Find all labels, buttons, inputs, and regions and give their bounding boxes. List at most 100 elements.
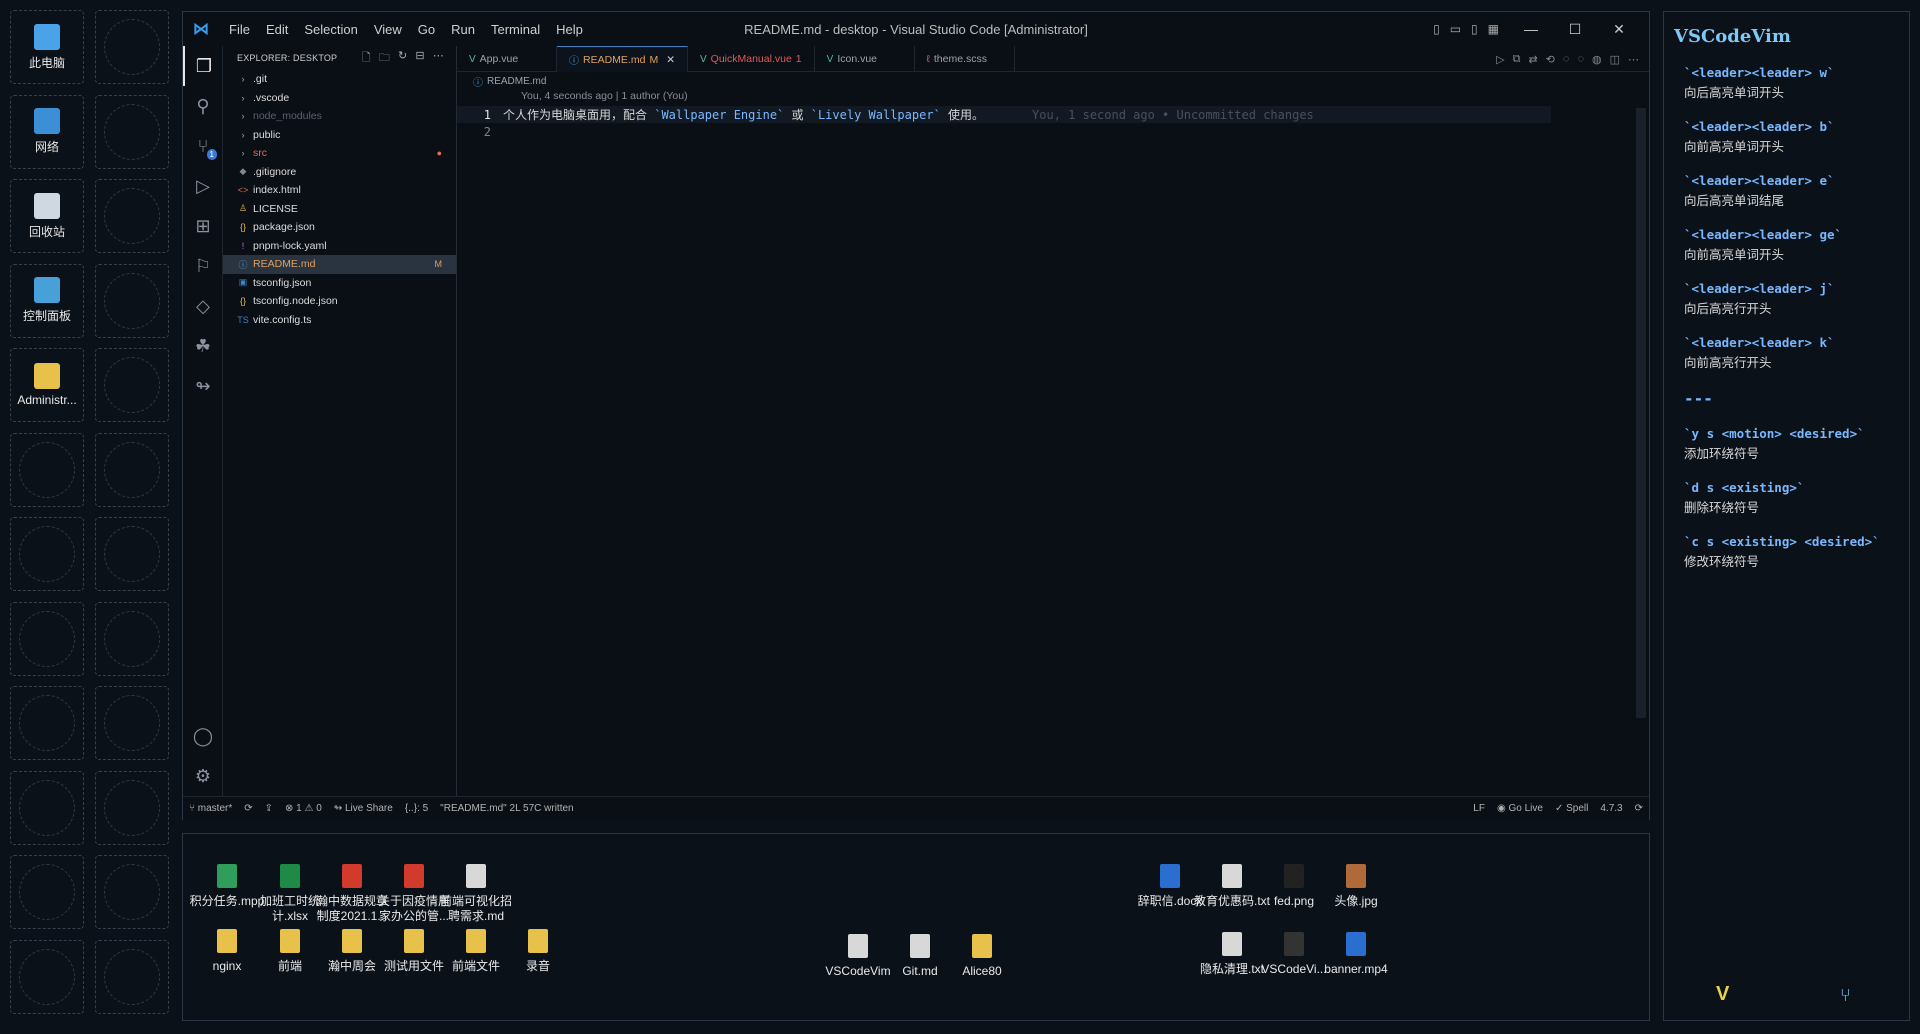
menu-view[interactable]: View	[366, 22, 410, 37]
desktop-file[interactable]: banner.mp4	[1315, 932, 1397, 977]
file-icon	[466, 929, 486, 953]
tree-file[interactable]: ⓘ README.md M	[223, 255, 456, 274]
search-icon[interactable]: ⚲	[183, 86, 223, 126]
tree-folder[interactable]: › .vscode	[223, 89, 456, 108]
toggle-sidebar-icon[interactable]: ▯	[1433, 22, 1440, 36]
editor-tab[interactable]: V Icon.vue	[815, 46, 915, 72]
live-share-icon[interactable]: ↬	[183, 366, 223, 406]
menu-run[interactable]: Run	[443, 22, 483, 37]
menu-go[interactable]: Go	[410, 22, 443, 37]
live-share-status[interactable]: ↬ Live Share	[328, 803, 399, 814]
customize-layout-icon[interactable]: ▦	[1488, 22, 1499, 36]
editor-more-icon[interactable]: ⋯	[1628, 53, 1639, 66]
tree-file[interactable]: ♙ LICENSE	[223, 200, 456, 219]
bookmarks-icon[interactable]: ⚐	[183, 246, 223, 286]
desktop-file[interactable]: 头像.jpg	[1315, 864, 1397, 909]
run-icon[interactable]: ▷	[1496, 53, 1504, 66]
desktop-file[interactable]: Alice80	[941, 934, 1023, 979]
minimize-icon[interactable]: —	[1509, 21, 1553, 37]
desktop-icon-label: 控制面板	[22, 309, 71, 323]
editor-tab[interactable]: V App.vue	[457, 46, 557, 72]
desktop-file[interactable]: 录音	[497, 929, 579, 974]
close-icon[interactable]: ✕	[1597, 21, 1641, 38]
code-line-1[interactable]: 1 个人作为电脑桌面用，配合 `Wallpaper Engine` 或 `Liv…	[457, 106, 1551, 123]
desktop-file[interactable]: 前端可视化招聘需求.md	[435, 864, 517, 924]
tree-folder[interactable]: › node_modules	[223, 107, 456, 126]
menu-file[interactable]: File	[221, 22, 258, 37]
maximize-icon[interactable]: ☐	[1553, 21, 1597, 38]
tree-file[interactable]: <> index.html	[223, 181, 456, 200]
revert-icon[interactable]: ⟲	[1546, 53, 1555, 66]
menu-edit[interactable]: Edit	[258, 22, 296, 37]
toggle-panel-icon[interactable]: ▭	[1450, 22, 1461, 36]
desktop-shortcut[interactable]: 此电脑	[10, 10, 84, 84]
refresh-icon[interactable]: ↻	[398, 49, 407, 68]
tree-file[interactable]: ▣ tsconfig.json	[223, 274, 456, 293]
menu-terminal[interactable]: Terminal	[483, 22, 548, 37]
editor-scrollbar[interactable]	[1636, 108, 1646, 718]
extensions-icon[interactable]: ⊞	[183, 206, 223, 246]
new-folder-icon[interactable]: 🗀	[379, 49, 390, 68]
new-file-icon[interactable]: 🗋	[362, 49, 371, 68]
next-change-icon[interactable]: ◌	[1577, 53, 1584, 65]
toggle-blame-icon[interactable]: ◍	[1592, 53, 1602, 66]
editor-tab[interactable]: ⓘ README.md M ✕	[557, 46, 688, 72]
cheatsheet-entry: `c s <existing> <desired>` 修改环绕符号	[1674, 534, 1899, 570]
compare-icon[interactable]: ⇄	[1528, 53, 1537, 66]
file-icon	[342, 864, 362, 888]
version-status[interactable]: 4.7.3	[1594, 803, 1628, 814]
spell-status[interactable]: ✓ Spell	[1549, 803, 1594, 814]
breadcrumb-file[interactable]: README.md	[487, 76, 546, 87]
tree-folder[interactable]: › public	[223, 126, 456, 145]
tree-file[interactable]: {} tsconfig.node.json	[223, 292, 456, 311]
code-line-2[interactable]: 2	[457, 123, 1649, 140]
editor-tab[interactable]: V QuickManual.vue 1	[688, 46, 815, 72]
desktop-file-label: fed.png	[1273, 894, 1315, 908]
source-control-icon[interactable]: ⑂ 1	[183, 126, 223, 166]
codelens-blame[interactable]: You, 4 seconds ago | 1 author (You)	[457, 90, 1649, 106]
tree-file[interactable]: ! pnpm-lock.yaml	[223, 237, 456, 256]
split-editor-icon[interactable]: ◫	[1610, 53, 1620, 66]
desktop-shortcut[interactable]: Administr...	[10, 348, 84, 422]
panel-title: VSCodeVim	[1674, 26, 1791, 47]
sync-icon[interactable]: ⟳	[238, 803, 258, 814]
tree-folder[interactable]: › src ●	[223, 144, 456, 163]
title-bar: ⋈ File Edit Selection View Go Run Terminal Help…	[183, 12, 1649, 46]
braces-status[interactable]: {..}: 5	[399, 803, 434, 814]
open-preview-icon[interactable]: ⧉	[1513, 53, 1521, 66]
explorer-icon[interactable]: ❐	[183, 46, 223, 86]
tree-icon[interactable]: ☘	[183, 326, 223, 366]
explorer-header: EXPLORER: DESKTOP 🗋 🗀 ↻ ⊟ ⋯	[223, 46, 456, 70]
tab-close-icon[interactable]: ✕	[666, 54, 675, 66]
cheatsheet-list-easymotion: `<leader><leader> w` 向后高亮单词开头 `<leader><le…	[1674, 65, 1899, 371]
collapse-all-icon[interactable]: ⊟	[415, 49, 424, 68]
more-actions-icon[interactable]: ⋯	[433, 49, 444, 68]
window-controls: — ☐ ✕	[1509, 12, 1641, 46]
settings-gear-icon[interactable]: ⚙	[183, 756, 223, 796]
empty-slot-placeholder	[104, 779, 160, 836]
problems-status[interactable]: ⊗ 1 ⚠ 0	[279, 803, 328, 814]
prev-change-icon[interactable]: ◌	[1563, 53, 1570, 65]
go-live-status[interactable]: ◉ Go Live	[1491, 803, 1549, 814]
publish-icon[interactable]: ⇪	[259, 803, 279, 814]
tree-file[interactable]: TS vite.config.ts	[223, 311, 456, 330]
menu-help[interactable]: Help	[548, 22, 591, 37]
toggle-secondary-sidebar-icon[interactable]: ▯	[1471, 22, 1478, 36]
editor-tab[interactable]: ℓ theme.scss	[915, 46, 1015, 72]
tree-file[interactable]: {} package.json	[223, 218, 456, 237]
desktop-shortcut[interactable]: 控制面板	[10, 263, 84, 338]
text-segment: 或	[784, 108, 811, 122]
tree-file[interactable]: ◆ .gitignore	[223, 163, 456, 182]
tree-folder[interactable]: › .git	[223, 70, 456, 89]
git-branch-icon[interactable]: ⑂	[1840, 985, 1851, 1006]
vim-logo-icon[interactable]: V	[1716, 983, 1729, 1006]
menu-selection[interactable]: Selection	[296, 22, 365, 37]
run-debug-icon[interactable]: ▷	[183, 166, 223, 206]
eol-status[interactable]: LF	[1467, 803, 1491, 814]
desktop-shortcut[interactable]: 网络	[10, 94, 84, 169]
notifications-icon[interactable]: ⟳	[1629, 803, 1649, 814]
accounts-icon[interactable]: ◯	[183, 716, 223, 756]
branch-status[interactable]: ⑂ master*	[183, 803, 238, 814]
desktop-shortcut[interactable]: 回收站	[10, 179, 84, 253]
gitlens-icon[interactable]: ◇	[183, 286, 223, 326]
